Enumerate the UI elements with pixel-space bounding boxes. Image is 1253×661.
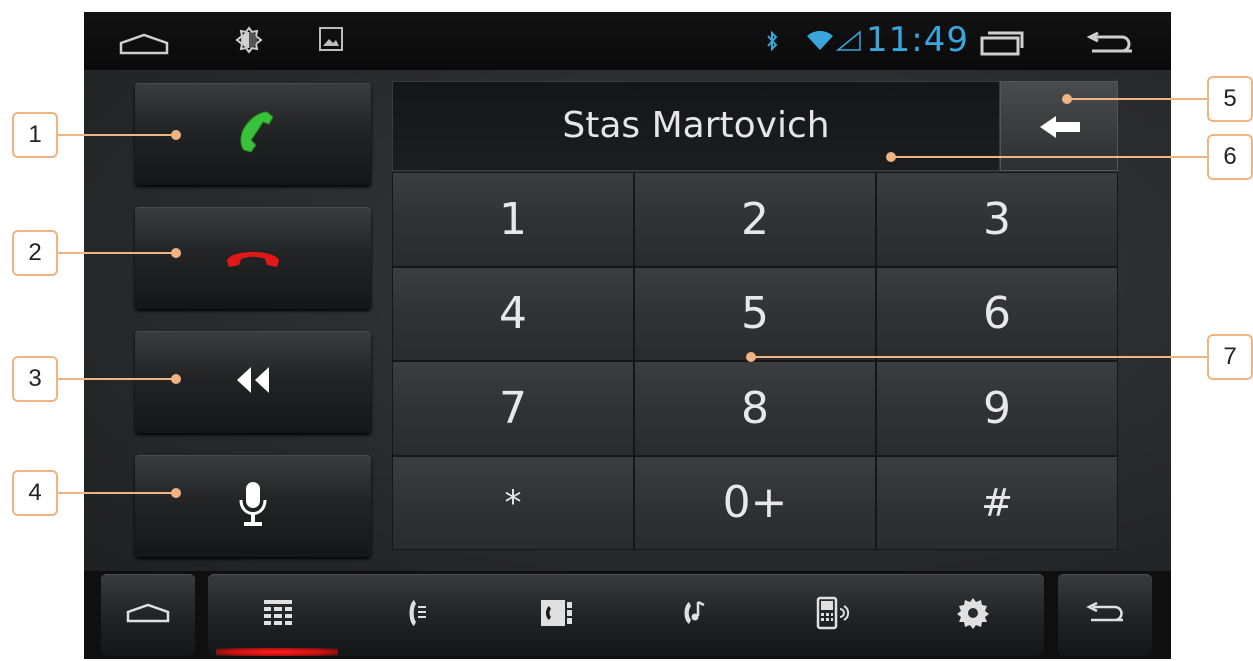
key-4[interactable]: 4 xyxy=(393,267,633,360)
hang-up-button[interactable] xyxy=(135,207,371,309)
leader-dot-7 xyxy=(746,352,756,362)
leader-dot-2 xyxy=(171,248,181,258)
bottom-bar xyxy=(84,571,1171,659)
signal-icon xyxy=(835,30,862,57)
contacts-book-icon xyxy=(539,598,573,633)
leader-dot-5 xyxy=(1062,94,1072,104)
leader-line-4 xyxy=(58,492,176,494)
leader-line-3 xyxy=(58,378,176,380)
backspace-arrow-icon xyxy=(1038,114,1082,145)
brightness-icon[interactable] xyxy=(234,24,264,61)
back-button[interactable] xyxy=(1058,574,1152,656)
dialer-area: Stas Martovich 1 2 3 4 5 6 7 8 9 * 0+ # xyxy=(84,71,1171,571)
speaker-button[interactable] xyxy=(135,331,371,433)
leader-line-1 xyxy=(58,134,176,136)
leader-line-2 xyxy=(58,252,176,254)
key-0-plus[interactable]: 0+ xyxy=(635,456,875,549)
back-arrow-icon xyxy=(1083,601,1127,630)
active-tab-indicator xyxy=(216,648,338,656)
callout-3: 3 xyxy=(12,356,58,402)
home-outline-icon[interactable] xyxy=(118,32,170,61)
leader-dot-3 xyxy=(171,374,181,384)
tab-keypad[interactable] xyxy=(208,574,347,656)
key-star[interactable]: * xyxy=(393,456,633,549)
wifi-icon xyxy=(806,28,834,57)
callout-1: 1 xyxy=(12,112,58,158)
key-7[interactable]: 7 xyxy=(393,362,633,455)
key-3[interactable]: 3 xyxy=(877,173,1117,266)
phone-hangup-icon xyxy=(223,243,283,274)
tab-contacts[interactable] xyxy=(486,574,625,656)
microphone-icon xyxy=(238,480,268,533)
settings-gear-icon xyxy=(956,596,990,635)
phone-call-icon xyxy=(231,108,275,161)
home-outline-icon xyxy=(125,602,171,629)
leader-line-7 xyxy=(752,356,1208,358)
recent-apps-icon[interactable] xyxy=(980,28,1024,61)
back-arrow-icon[interactable] xyxy=(1084,31,1136,61)
key-1[interactable]: 1 xyxy=(393,173,633,266)
key-8[interactable]: 8 xyxy=(635,362,875,455)
speaker-icon xyxy=(233,364,273,401)
leader-dot-6 xyxy=(886,152,896,162)
tab-music[interactable] xyxy=(625,574,764,656)
callout-2: 2 xyxy=(12,230,58,276)
leader-dot-1 xyxy=(171,130,181,140)
music-phone-icon xyxy=(682,598,708,633)
microphone-button[interactable] xyxy=(135,455,371,557)
key-5[interactable]: 5 xyxy=(635,267,875,360)
gallery-icon[interactable] xyxy=(319,27,343,56)
home-button[interactable] xyxy=(101,574,195,656)
tab-settings[interactable] xyxy=(903,574,1042,656)
key-2[interactable]: 2 xyxy=(635,173,875,266)
key-9[interactable]: 9 xyxy=(877,362,1117,455)
bluetooth-icon xyxy=(766,30,778,57)
tab-phone-signal[interactable] xyxy=(764,574,903,656)
leader-line-5 xyxy=(1068,98,1208,100)
callout-6: 6 xyxy=(1207,134,1253,180)
status-bar: 11:49 xyxy=(84,12,1171,71)
leader-line-6 xyxy=(892,156,1208,158)
callout-4: 4 xyxy=(12,470,58,516)
leader-dot-4 xyxy=(171,488,181,498)
callout-7: 7 xyxy=(1207,334,1253,380)
keypad: 1 2 3 4 5 6 7 8 9 * 0+ # xyxy=(392,172,1118,550)
status-clock: 11:49 xyxy=(866,20,969,60)
phone-signal-icon xyxy=(816,596,852,635)
key-6[interactable]: 6 xyxy=(877,267,1117,360)
call-log-icon xyxy=(406,598,428,633)
keypad-icon xyxy=(263,599,292,631)
callout-5: 5 xyxy=(1207,76,1253,122)
tab-call-log[interactable] xyxy=(347,574,486,656)
head-unit-screen: 11:49 Stas Martovich 1 2 3 4 5 6 7 8 9 *… xyxy=(84,12,1171,659)
key-hash[interactable]: # xyxy=(877,456,1117,549)
dialer-tab-bar xyxy=(208,574,1044,656)
